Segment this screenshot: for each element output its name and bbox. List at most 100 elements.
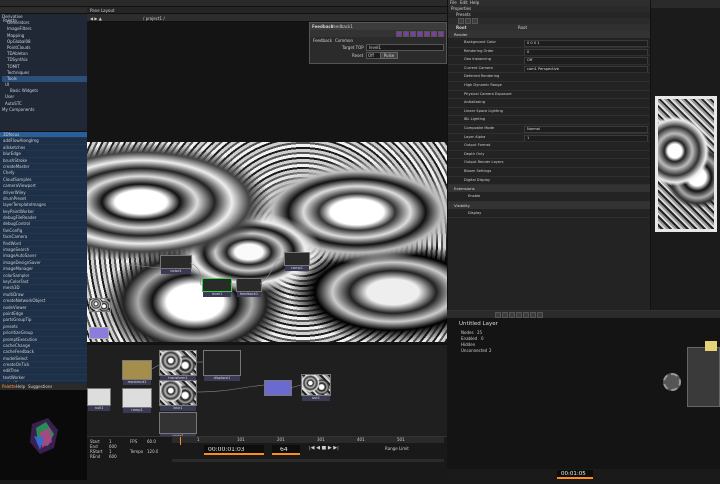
reset-toggle[interactable]: Off: [366, 52, 381, 59]
preview-thumbnail[interactable]: [655, 96, 717, 232]
geometry-preview-graphic: [30, 418, 58, 454]
feedback-tool-icon[interactable]: [396, 30, 402, 37]
preview-column: [650, 0, 720, 310]
feedback-tool-icon[interactable]: [417, 30, 423, 37]
palette-panel: Palette Derivative Generators ImageFilte…: [0, 7, 87, 390]
extensions-section-header[interactable]: Extensions: [448, 185, 650, 194]
feedback-param-window: Feedback feedback1 Feedback Common Targe…: [309, 22, 447, 64]
param-row[interactable]: Current Camera cam1 Perspective: [448, 65, 650, 74]
tempo-value[interactable]: 120.0: [147, 449, 158, 454]
feedback-tool-icon[interactable]: [438, 30, 444, 37]
param-row[interactable]: Bloom Settings: [448, 168, 650, 177]
properties-window: File Edit Help Properties Presets Root R…: [447, 0, 650, 310]
prop-tab-presets[interactable]: Presets: [456, 12, 471, 17]
target-top-label: Target TOP: [342, 45, 364, 50]
param-row[interactable]: Physical Camera Exposure: [448, 91, 650, 100]
stat-unconnected-value: 2: [489, 348, 492, 353]
param-name: Physical Camera Exposure: [464, 91, 512, 96]
fps-value[interactable]: 60.0: [147, 439, 156, 444]
playhead[interactable]: [180, 437, 181, 445]
param-row[interactable]: Display: [448, 210, 650, 219]
play-controls-icon[interactable]: |◀ ◀ ■ ▶ ▶|: [309, 446, 339, 451]
param-name: Bloom Settings: [464, 168, 492, 173]
param-name: Enable: [468, 194, 481, 199]
preview-toolbar: [651, 0, 720, 8]
prop-op-header: Root Root: [448, 24, 650, 31]
param-value-field[interactable]: cam1 Perspective: [524, 65, 648, 73]
graph-node[interactable]: [687, 347, 720, 407]
nav-arrows-icon[interactable]: ◀ ▶ ▲: [90, 16, 102, 21]
target-top-field[interactable]: level1: [366, 44, 444, 51]
frame-display[interactable]: 64: [272, 445, 300, 455]
palette-tree: Derivative Generators ImageFilters Mappi…: [0, 14, 87, 131]
range-limit-label[interactable]: Range Limit: [385, 446, 409, 451]
graph-node-thumb: [705, 341, 717, 351]
param-row[interactable]: Background Color 0 0 0 1: [448, 39, 650, 48]
param-row[interactable]: High Dynamic Range: [448, 82, 650, 91]
param-name: Display: [468, 210, 482, 215]
param-row[interactable]: Rendering Order 0: [448, 48, 650, 57]
param-value-field[interactable]: Normal: [524, 125, 648, 133]
param-name: Depth Only: [464, 151, 485, 156]
palette-header: Palette: [0, 7, 87, 23]
param-name: Layer Alpha: [464, 134, 486, 139]
graph-tool-icon[interactable]: [523, 311, 529, 318]
pulse-button[interactable]: Pulse: [380, 52, 398, 59]
param-value-field[interactable]: 0 0 0 1: [524, 40, 648, 47]
feedback-tool-icon[interactable]: [410, 30, 416, 37]
bottom-tab-suggestions[interactable]: Suggestions: [28, 384, 52, 389]
param-row[interactable]: Antialiasing: [448, 99, 650, 108]
graph-tool-icon[interactable]: [509, 311, 515, 318]
param-row[interactable]: Geo Instancing Off: [448, 56, 650, 65]
gear-icon[interactable]: [663, 373, 681, 391]
bottom-tab-palette[interactable]: Palette: [2, 384, 16, 389]
render-section-header[interactable]: Render: [448, 31, 650, 39]
palette-list-item[interactable]: selectBox: [0, 381, 87, 382]
feedback-op-name[interactable]: feedback1: [332, 24, 353, 29]
graph-tool-icon[interactable]: [495, 311, 501, 318]
param-value-field[interactable]: Off: [524, 57, 648, 64]
timecode-display: 00:00:01:03: [204, 445, 264, 455]
param-row[interactable]: Linear Space Lighting: [448, 108, 650, 117]
prop-menu-help[interactable]: Help: [470, 0, 479, 5]
param-row[interactable]: Layer Alpha 1: [448, 134, 650, 143]
op-type: Root: [518, 25, 528, 30]
feedback-tool-icon[interactable]: [424, 30, 430, 37]
feedback-tool-icon[interactable]: [403, 30, 409, 37]
prop-menu-file[interactable]: File: [450, 0, 457, 5]
param-row[interactable]: Digital Display: [448, 177, 650, 186]
graph-tool-icon[interactable]: [516, 311, 522, 318]
param-name: Background Color: [464, 40, 496, 44]
param-row[interactable]: Composite Mode Normal: [448, 125, 650, 134]
fps-label: FPS: [130, 439, 138, 444]
ruler-tick: 501: [397, 437, 405, 442]
param-value-field[interactable]: 0: [524, 48, 648, 56]
graph-tool-icon[interactable]: [502, 311, 508, 318]
tempo-label: Tempo: [130, 449, 144, 454]
prop-menu-edit[interactable]: Edit: [460, 0, 468, 5]
param-row[interactable]: Deferred Rendering: [448, 73, 650, 82]
param-row[interactable]: Depth Only: [448, 151, 650, 160]
target-top-row: Target TOP level1: [310, 43, 446, 51]
graph-tool-icon[interactable]: [537, 311, 543, 318]
param-row[interactable]: Output Render Layers: [448, 159, 650, 168]
feedback-tool-icon[interactable]: [431, 30, 437, 37]
bottom-tab-help[interactable]: Help: [16, 384, 25, 389]
param-value-field[interactable]: 1: [524, 134, 648, 142]
timeline-scroll-track[interactable]: [172, 459, 444, 462]
param-row[interactable]: Output Format: [448, 142, 650, 151]
param-row[interactable]: IBL Lighting: [448, 116, 650, 125]
tl-rend-label: REnd: [90, 454, 101, 459]
param-row[interactable]: Enable: [448, 193, 650, 202]
tree-item[interactable]: My Components: [2, 107, 87, 113]
param-name: Linear Space Lighting: [464, 108, 503, 113]
op-name: Root: [456, 25, 467, 30]
visibility-section-header[interactable]: Visibility: [448, 201, 650, 210]
param-name: IBL Lighting: [464, 117, 486, 122]
ruler-tick: 201: [277, 437, 285, 442]
graph-timecode-display: 00:01:05: [557, 470, 593, 479]
feedback-title-bar: Feedback feedback1: [310, 23, 446, 30]
tl-rend-value[interactable]: 600: [109, 454, 117, 459]
graph-tool-icon[interactable]: [530, 311, 536, 318]
pane-layout-label[interactable]: Pane Layout: [90, 8, 115, 13]
